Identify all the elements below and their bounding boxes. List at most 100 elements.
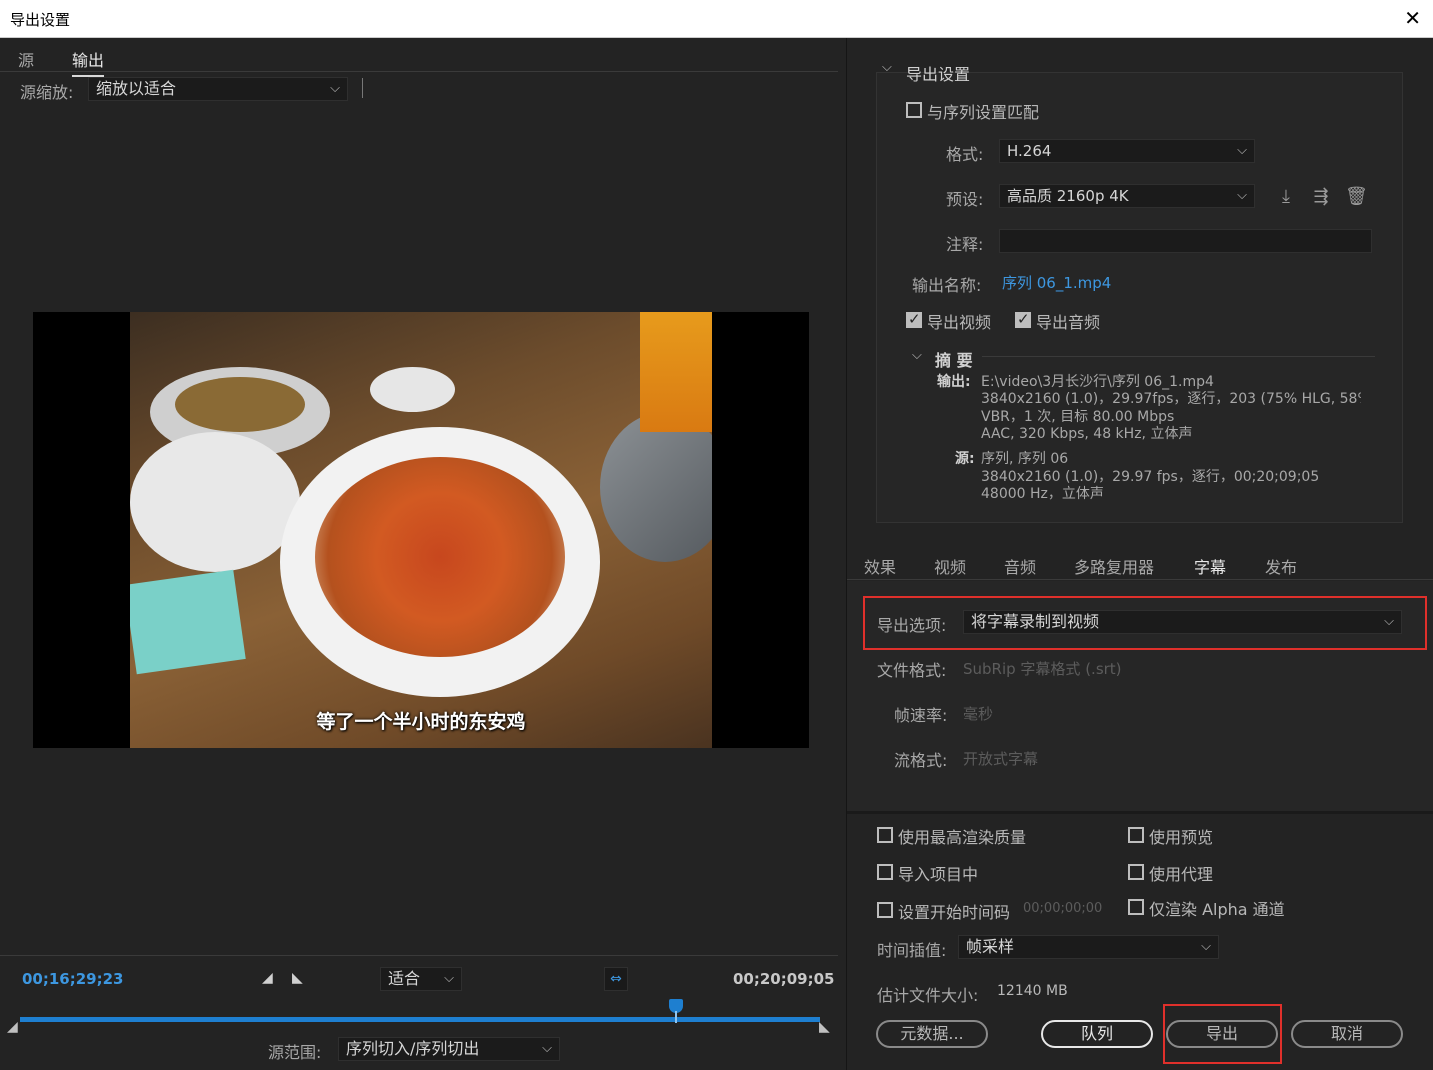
tab-publish[interactable]: 发布 bbox=[1265, 554, 1297, 578]
chicken-dish-image bbox=[315, 457, 565, 657]
tab-video[interactable]: 视频 bbox=[934, 554, 966, 578]
source-scale-dropdown[interactable]: 缩放以适合 ⌵ bbox=[88, 77, 348, 101]
use-proxies-checkbox[interactable] bbox=[1128, 864, 1144, 880]
import-into-project-label: 导入项目中 bbox=[898, 865, 979, 884]
start-timecode-value: 00;00;00;00 bbox=[1023, 901, 1103, 916]
save-preset-icon[interactable]: ⤓ bbox=[1275, 186, 1297, 208]
export-video-checkbox[interactable] bbox=[906, 310, 922, 328]
source-range-label: 源范围: bbox=[268, 1043, 322, 1062]
comment-label: 注释: bbox=[946, 235, 984, 254]
export-audio-checkbox[interactable] bbox=[1015, 310, 1031, 328]
zoom-dropdown[interactable]: 适合 ⌵ bbox=[380, 967, 462, 991]
chevron-down-icon[interactable]: ⌵ bbox=[882, 60, 892, 75]
export-button[interactable]: 导出 bbox=[1166, 1020, 1278, 1048]
video-preview: 等了一个半小时的东安鸡 bbox=[33, 312, 809, 748]
time-interpolation-dropdown[interactable]: 帧采样 ⌵ bbox=[958, 935, 1219, 959]
soup-image bbox=[175, 377, 305, 432]
timeline-track[interactable] bbox=[20, 1017, 820, 1022]
close-icon[interactable]: ✕ bbox=[1404, 6, 1421, 30]
tab-audio[interactable]: 音频 bbox=[1004, 554, 1036, 578]
title-bar: 导出设置 ✕ bbox=[0, 0, 1433, 38]
preset-label: 预设: bbox=[946, 190, 984, 209]
time-interpolation-value: 帧采样 bbox=[966, 937, 1015, 956]
source-scale-label: 源缩放: bbox=[20, 83, 74, 102]
summary-header: 摘 要 bbox=[935, 351, 973, 370]
output-name-link[interactable]: 序列 06_1.mp4 bbox=[1002, 272, 1111, 293]
in-marker-icon[interactable]: ◢ bbox=[7, 1019, 18, 1035]
metadata-button[interactable]: 元数据... bbox=[876, 1020, 988, 1048]
set-start-timecode-checkbox[interactable] bbox=[877, 902, 893, 918]
fit-icon[interactable]: ⇔ bbox=[604, 967, 628, 991]
chevron-down-icon: ⌵ bbox=[1384, 614, 1394, 629]
divider bbox=[362, 78, 363, 98]
teapot-image bbox=[600, 412, 712, 562]
output-name-label: 输出名称: bbox=[912, 276, 982, 295]
set-in-point-icon[interactable]: ◢ bbox=[262, 970, 273, 986]
format-value: H.264 bbox=[1007, 142, 1052, 160]
tab-output[interactable]: 输出 bbox=[72, 47, 105, 77]
stream-format-label: 流格式: bbox=[894, 751, 948, 770]
zoom-value: 适合 bbox=[388, 969, 421, 988]
frame-rate-label: 帧速率: bbox=[894, 706, 948, 725]
window-title: 导出设置 bbox=[10, 11, 71, 29]
import-preset-icon[interactable]: ⇶ bbox=[1310, 186, 1332, 208]
cup-image bbox=[370, 367, 455, 412]
time-interpolation-label: 时间插值: bbox=[877, 941, 947, 960]
export-option-label: 导出选项: bbox=[877, 616, 947, 635]
chevron-down-icon: ⌵ bbox=[1201, 939, 1211, 954]
settings-tabs: 效果 视频 音频 多路复用器 字幕 发布 bbox=[847, 546, 1433, 584]
right-panel: ⌵ 导出设置 与序列设置匹配 格式: H.264 ⌵ 预设: 高品质 2160p… bbox=[846, 38, 1433, 1070]
format-dropdown[interactable]: H.264 ⌵ bbox=[999, 139, 1255, 163]
comment-input[interactable] bbox=[999, 229, 1372, 253]
divider bbox=[847, 811, 1433, 814]
in-timecode[interactable]: 00;16;29;23 bbox=[22, 970, 124, 988]
delete-preset-icon[interactable]: 🗑 bbox=[1345, 186, 1368, 208]
plate-image bbox=[130, 432, 300, 572]
stream-format-value: 开放式字幕 bbox=[963, 750, 1039, 768]
source-range-value: 序列切入/序列切出 bbox=[346, 1039, 480, 1058]
export-option-dropdown[interactable]: 将字幕录制到视频 ⌵ bbox=[963, 610, 1402, 634]
frame-rate-value: 毫秒 bbox=[963, 705, 994, 723]
chevron-down-icon: ⌵ bbox=[542, 1041, 552, 1056]
file-format-label: 文件格式: bbox=[877, 661, 947, 680]
use-previews-checkbox[interactable] bbox=[1128, 827, 1144, 843]
export-video-label: 导出视频 bbox=[927, 313, 992, 332]
match-sequence-label: 与序列设置匹配 bbox=[927, 103, 1040, 122]
source-range-dropdown[interactable]: 序列切入/序列切出 ⌵ bbox=[338, 1037, 560, 1061]
timeline-controls: 00;16;29;23 ◢ ◣ 适合 ⌵ ⇔ 00;20;09;05 ◢ ◣ 源… bbox=[0, 955, 838, 1070]
use-previews-label: 使用预览 bbox=[1149, 828, 1214, 847]
preset-value: 高品质 2160p 4K bbox=[1007, 187, 1129, 205]
preview-frame-image: 等了一个半小时的东安鸡 bbox=[130, 312, 712, 748]
set-out-point-icon[interactable]: ◣ bbox=[292, 970, 303, 986]
max-render-quality-label: 使用最高渲染质量 bbox=[898, 828, 1027, 847]
render-alpha-only-checkbox[interactable] bbox=[1128, 899, 1144, 915]
chevron-down-icon[interactable]: ⌵ bbox=[912, 348, 922, 363]
chevron-down-icon: ⌵ bbox=[1237, 188, 1247, 203]
out-marker-icon[interactable]: ◣ bbox=[819, 1019, 830, 1035]
source-output-tabs: 源 输出 bbox=[0, 38, 838, 77]
out-timecode[interactable]: 00;20;09;05 bbox=[733, 970, 835, 988]
playhead-line bbox=[675, 1011, 677, 1023]
summary-source-label: 源: bbox=[955, 451, 975, 467]
tab-source[interactable]: 源 bbox=[18, 47, 34, 71]
queue-button[interactable]: 队列 bbox=[1041, 1020, 1153, 1048]
summary-output-line: VBR，1 次, 目标 80.00 Mbps bbox=[981, 409, 1175, 425]
chevron-down-icon: ⌵ bbox=[444, 971, 454, 986]
max-render-quality-checkbox[interactable] bbox=[877, 827, 893, 843]
tab-captions[interactable]: 字幕 bbox=[1194, 554, 1227, 584]
export-settings-header: 导出设置 bbox=[906, 65, 971, 84]
match-sequence-checkbox[interactable] bbox=[906, 102, 922, 118]
burned-in-subtitle: 等了一个半小时的东安鸡 bbox=[316, 711, 526, 733]
preset-dropdown[interactable]: 高品质 2160p 4K ⌵ bbox=[999, 184, 1255, 208]
render-alpha-only-label: 仅渲染 Alpha 通道 bbox=[1149, 900, 1285, 919]
tab-multiplexer[interactable]: 多路复用器 bbox=[1074, 554, 1154, 578]
tissue-pack-image bbox=[130, 569, 246, 675]
left-panel: 源 输出 源缩放: 缩放以适合 ⌵ 等了一个半小时的东安鸡 00;16;29;2… bbox=[0, 38, 844, 1070]
import-into-project-checkbox[interactable] bbox=[877, 864, 893, 880]
set-start-timecode-label: 设置开始时间码 bbox=[898, 903, 1011, 922]
tab-effects[interactable]: 效果 bbox=[864, 554, 896, 578]
cancel-button[interactable]: 取消 bbox=[1291, 1020, 1403, 1048]
summary-source-line: 序列, 序列 06 bbox=[981, 451, 1069, 467]
use-proxies-label: 使用代理 bbox=[1149, 865, 1214, 884]
estimated-size-label: 估计文件大小: bbox=[877, 986, 979, 1005]
